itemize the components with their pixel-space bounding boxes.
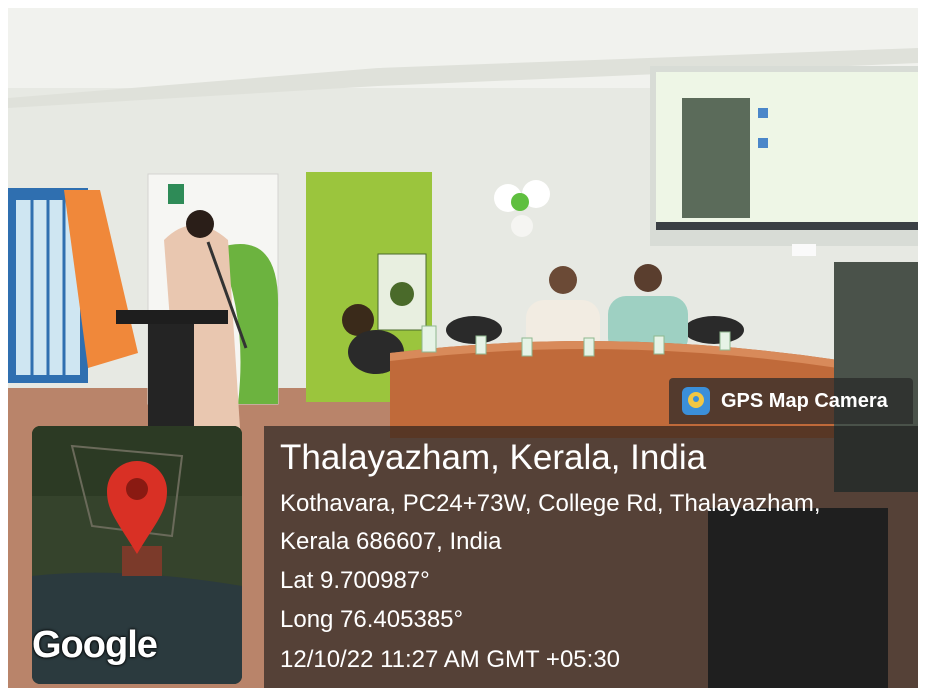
- longitude: Long 76.405385°: [280, 606, 464, 633]
- location-title: Thalayazham, Kerala, India: [280, 438, 707, 477]
- cookie-pack-icon: [390, 282, 414, 306]
- guest-two-head: [634, 264, 662, 292]
- timestamp: 12/10/22 11:27 AM GMT +05:30: [280, 646, 621, 673]
- podium-top: [116, 310, 228, 324]
- address-line-1: Kothavara, PC24+73W, College Rd, Thalaya…: [280, 490, 821, 517]
- speaker-head: [186, 210, 214, 238]
- slide-taskbar: [656, 222, 918, 230]
- zaara-logo-icon: [168, 184, 184, 204]
- location-info-panel: Thalayazham, Kerala, India Kothavara, PC…: [264, 426, 918, 688]
- wall-socket: [792, 244, 816, 256]
- chair: [446, 316, 502, 344]
- balloon-white: [511, 215, 533, 237]
- balloon-green: [511, 193, 529, 211]
- guest-one-head: [549, 266, 577, 294]
- latitude: Lat 9.700987°: [280, 567, 430, 594]
- chair: [684, 316, 744, 344]
- gps-camera-label: GPS Map Camera: [721, 389, 888, 412]
- slide-bullet-icon: [758, 108, 768, 118]
- podium-body: [148, 324, 194, 434]
- map-thumbnail: Google: [32, 426, 242, 684]
- google-logo: Google: [32, 624, 158, 666]
- photo-frame: Google GPS Map Camera Thalayazham, Keral…: [8, 8, 918, 688]
- slide-bullet-icon: [758, 138, 768, 148]
- gps-map-camera-icon: [682, 387, 710, 415]
- slide-phone-image: [682, 98, 750, 218]
- address-line-2: Kerala 686607, India: [280, 528, 502, 555]
- gps-camera-badge: GPS Map Camera: [669, 378, 913, 424]
